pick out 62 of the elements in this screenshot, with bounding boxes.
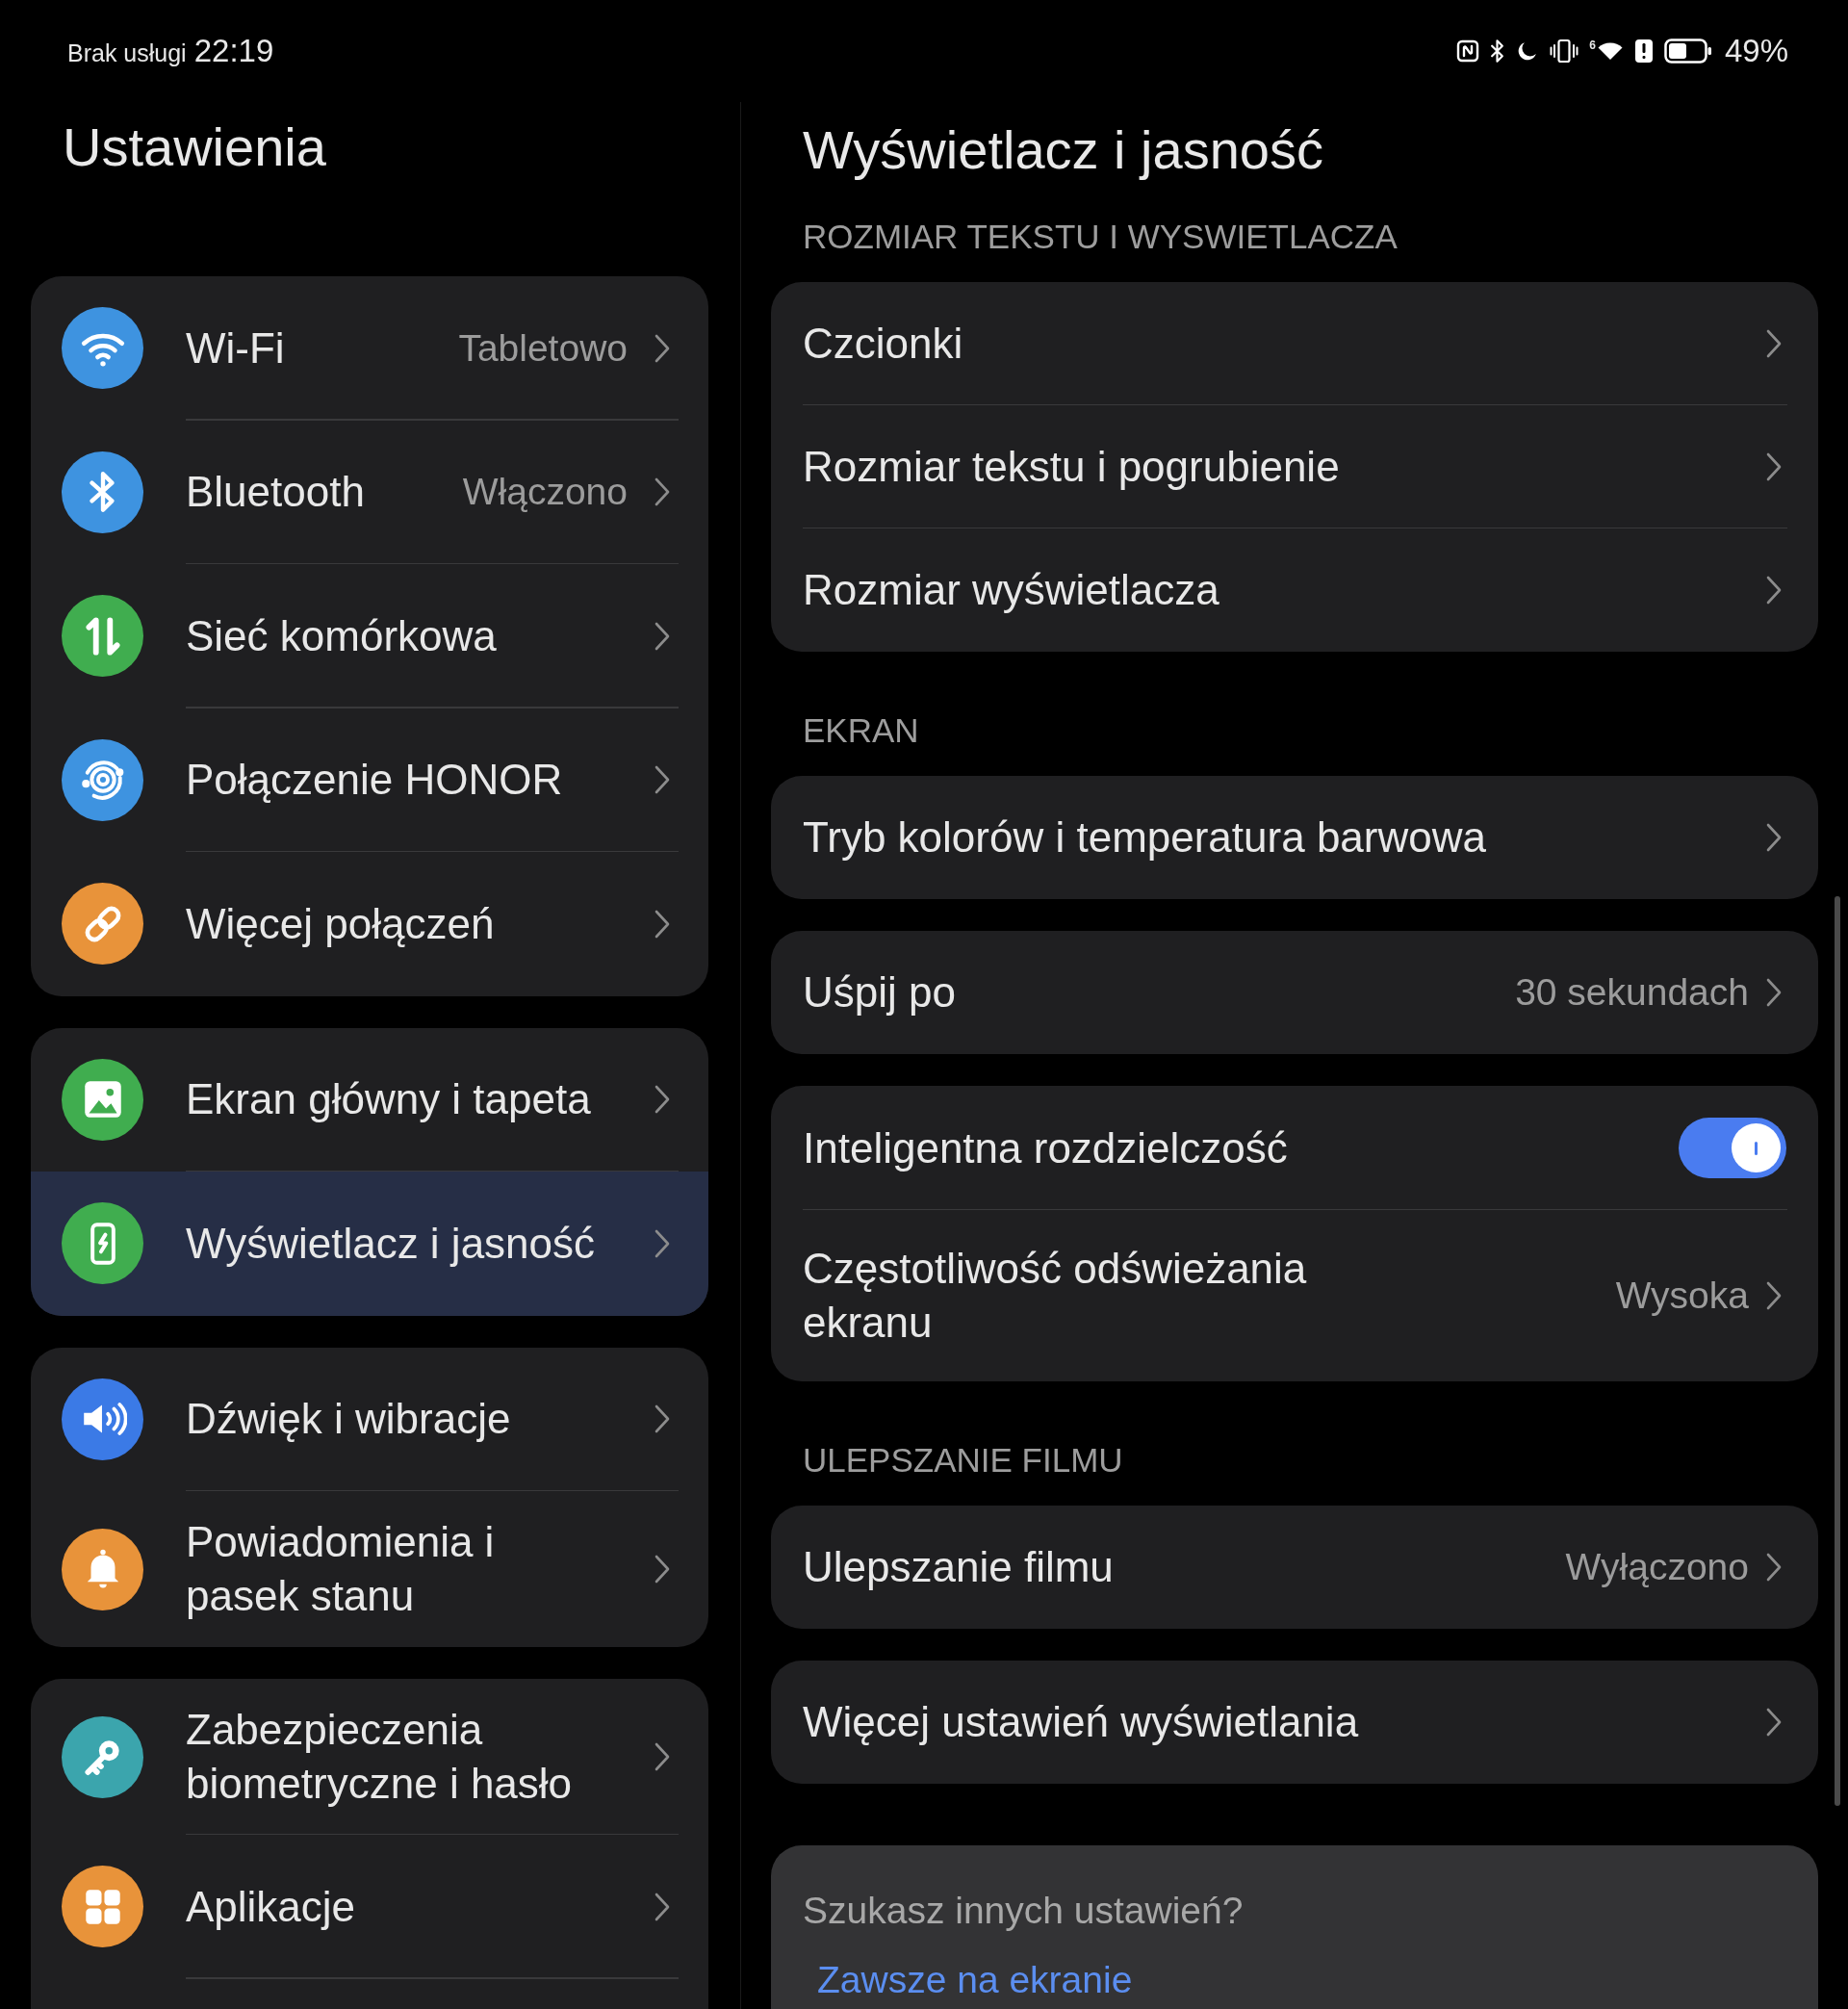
setting-row[interactable]: Uśpij po 30 sekundach — [771, 931, 1818, 1054]
row-value: 30 sekundach — [1515, 971, 1749, 1014]
setting-row[interactable]: Inteligentna rozdzielczość — [771, 1086, 1818, 1210]
sidebar-item[interactable]: Ekran główny i tapeta — [31, 1027, 708, 1172]
setting-row[interactable]: Częstotliwość odświeżania ekranu Wysoka — [771, 1210, 1818, 1381]
setting-row[interactable]: Więcej ustawień wyświetlania — [771, 1661, 1818, 1784]
sidebar-item[interactable]: Połączenie HONOR — [31, 708, 708, 852]
battery-icon — [1663, 39, 1712, 64]
item-value: Tabletowo — [458, 326, 628, 370]
clock: 22:19 — [193, 33, 274, 69]
sidebar-item[interactable]: Sieć komórkowa — [31, 564, 708, 708]
page-title: Wyświetlacz i jasność — [803, 119, 1323, 181]
chevron-icon — [1765, 822, 1783, 853]
chevron-icon — [1765, 1707, 1783, 1738]
nfc-icon — [1456, 39, 1480, 63]
setting-row[interactable]: Ulepszanie filmu Wyłączono — [771, 1506, 1818, 1629]
row-value: Wyłączono — [1565, 1546, 1749, 1588]
setting-row[interactable]: Tryb kolorów i temperatura barwowa — [771, 776, 1818, 899]
sidebar-item[interactable]: Wi-Fi Tabletowo — [31, 276, 708, 421]
battery-percent: 49% — [1724, 33, 1788, 69]
chevron-icon — [1765, 1280, 1783, 1311]
chevron-icon — [654, 1891, 671, 1922]
chevron-icon — [654, 332, 671, 364]
vibrate-icon — [1550, 39, 1579, 64]
chevron-icon — [1765, 1552, 1783, 1583]
chevron-icon — [654, 1404, 671, 1435]
sidebar-item[interactable]: Aplikacje — [31, 1835, 708, 1979]
alert-icon — [1633, 39, 1654, 64]
chevron-icon — [654, 476, 671, 508]
chevron-icon — [654, 1227, 671, 1259]
sidebar-item[interactable]: Powiadomienia i pasek stanu — [31, 1491, 708, 1647]
chevron-icon — [1765, 328, 1783, 359]
chevron-icon — [654, 1554, 671, 1584]
wifi-icon — [1596, 39, 1624, 63]
wifi-standard-label: 6 — [1589, 39, 1596, 51]
sidebar-item[interactable]: Wyświetlacz i jasność — [31, 1172, 708, 1316]
chevron-icon — [654, 764, 671, 796]
row-value: Wysoka — [1615, 1275, 1749, 1317]
link[interactable]: Zawsze na ekranie — [817, 1956, 1133, 2004]
sidebar-item[interactable]: Dźwięk i wibracje — [31, 1347, 708, 1491]
setting-row[interactable]: Rozmiar wyświetlacza — [771, 528, 1818, 652]
section-header: EKRAN — [803, 710, 919, 751]
chevron-icon — [654, 1084, 671, 1116]
carrier-label: Brak usługi — [67, 39, 187, 67]
chevron-icon — [1765, 977, 1783, 1008]
chevron-icon — [1765, 575, 1783, 605]
bluetooth-icon — [1490, 39, 1505, 64]
page-title: Ustawienia — [63, 116, 326, 178]
chevron-icon — [654, 908, 671, 940]
scrollbar[interactable] — [1835, 896, 1840, 1806]
section-header: ULEPSZANIE FILMU — [803, 1440, 1123, 1481]
sidebar-item[interactable]: Więcej połączeń — [31, 852, 708, 996]
setting-row[interactable]: Rozmiar tekstu i pogrubienie — [771, 405, 1818, 528]
chevron-icon — [654, 620, 671, 652]
chevron-icon — [1765, 451, 1783, 482]
sidebar-item[interactable]: Zabezpieczenia biometryczne i hasło — [31, 1679, 708, 1835]
sidebar-item[interactable]: Bluetooth Włączono — [31, 420, 708, 564]
section-header: ROZMIAR TEKSTU I WYSWIETLACZA — [803, 217, 1398, 257]
item-value: Włączono — [462, 471, 628, 514]
chevron-icon — [654, 1741, 671, 1772]
suggestion-title: Szukasz innych ustawień? — [803, 1889, 1244, 1933]
setting-row[interactable]: Czcionki — [771, 282, 1818, 405]
